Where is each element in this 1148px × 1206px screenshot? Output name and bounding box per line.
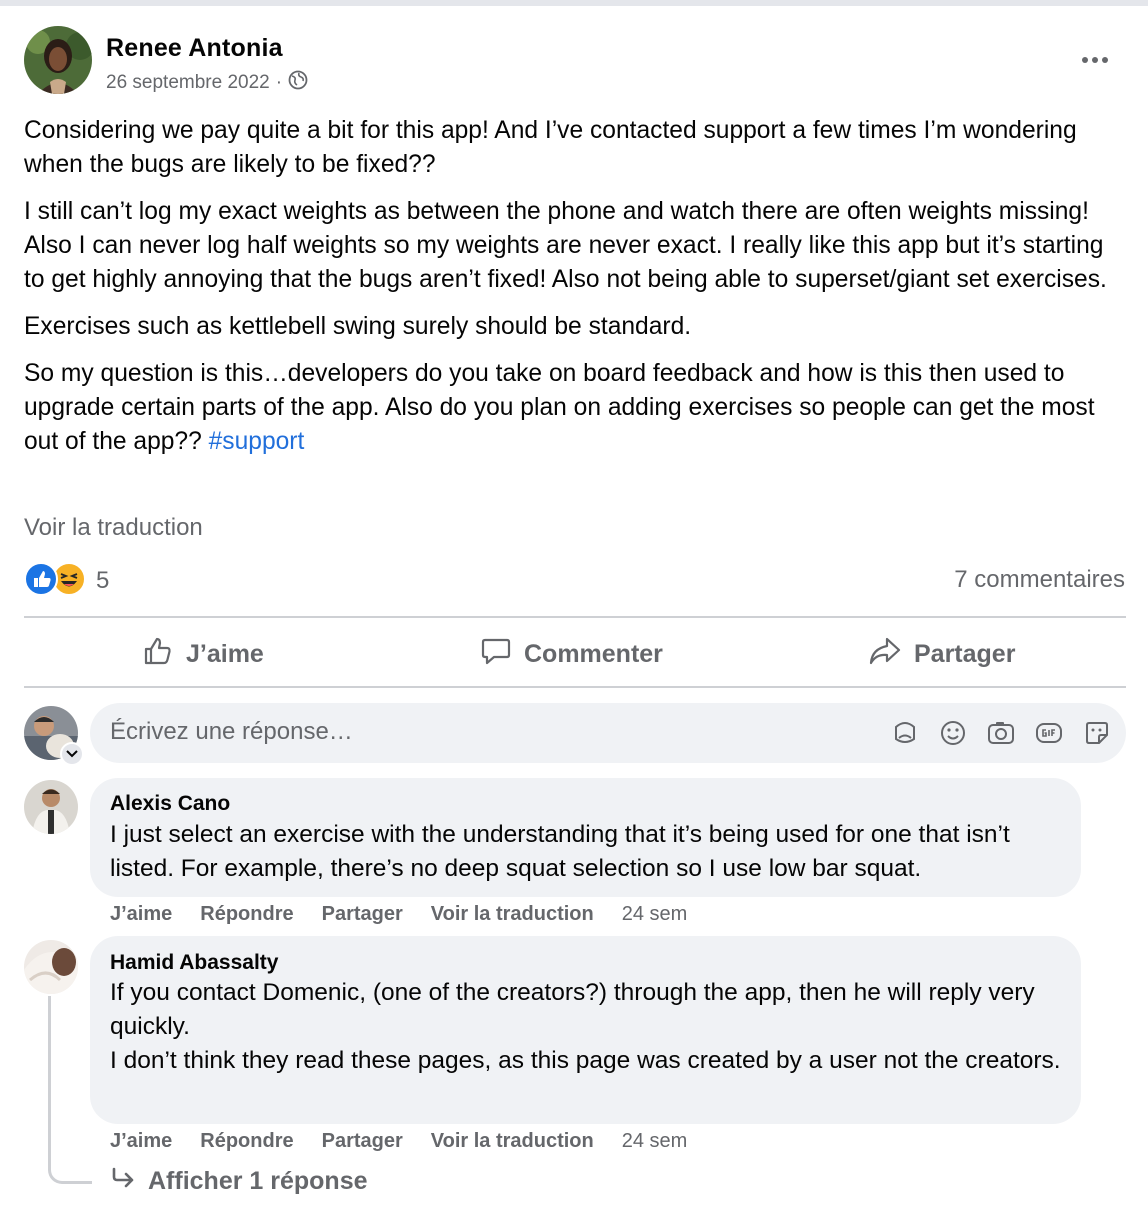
comment-reply-button[interactable]: Répondre	[200, 1130, 293, 1153]
globe-icon	[288, 70, 308, 96]
post-paragraph-text: So my question is this…developers do you…	[24, 360, 1095, 455]
share-button-label: Partager	[914, 639, 1016, 668]
reply-input-placeholder[interactable]: Écrivez une réponse…	[110, 718, 353, 746]
reaction-count: 5	[96, 567, 110, 594]
comment-timestamp[interactable]: 24 sem	[622, 1130, 688, 1153]
emoji-icon[interactable]	[936, 716, 970, 750]
like-button-label: J’aime	[186, 639, 264, 668]
post-card: Renee Antonia 26 septembre 2022 · Consid…	[0, 0, 1148, 1206]
comment-icon	[480, 635, 512, 674]
avatar-sticker-icon[interactable]	[888, 716, 922, 750]
post-date[interactable]: 26 septembre 2022	[106, 72, 270, 94]
camera-icon[interactable]	[984, 716, 1018, 750]
comment-share-button[interactable]: Partager	[322, 903, 403, 926]
comment-line: I don’t think they read these pages, as …	[110, 1047, 1061, 1074]
commenter-avatar[interactable]	[24, 780, 78, 834]
comment-button-label: Commenter	[524, 639, 663, 668]
post-paragraph: I still can’t log my exact weights as be…	[24, 198, 1107, 293]
account-switch-icon[interactable]	[60, 742, 84, 766]
comment-actions: J’aime Répondre Partager Voir la traduct…	[110, 1130, 687, 1153]
sticker-icon[interactable]	[1080, 716, 1114, 750]
comment-timestamp[interactable]: 24 sem	[622, 903, 688, 926]
commenter-avatar[interactable]	[24, 940, 78, 994]
reply-arrow-icon	[110, 1166, 136, 1197]
comments-count[interactable]: 7 commentaires	[954, 566, 1125, 594]
comment-reply-button[interactable]: Répondre	[200, 903, 293, 926]
view-replies-button[interactable]: Afficher 1 réponse	[110, 1166, 368, 1197]
view-replies-label: Afficher 1 réponse	[148, 1167, 368, 1195]
post-paragraph-last: So my question is this…developers do you…	[24, 357, 1129, 459]
comment-text: If you contact Domenic, (one of the crea…	[110, 976, 1065, 1078]
divider	[24, 616, 1126, 618]
thread-connector-line	[48, 996, 92, 1184]
more-options-icon[interactable]	[1078, 50, 1112, 70]
like-button[interactable]: J’aime	[142, 634, 264, 674]
comment-translate-link[interactable]: Voir la traduction	[431, 903, 594, 926]
gif-icon[interactable]	[1032, 716, 1066, 750]
divider	[24, 686, 1126, 688]
comment-translate-link[interactable]: Voir la traduction	[431, 1130, 594, 1153]
author-avatar[interactable]	[24, 26, 92, 94]
comment-actions: J’aime Répondre Partager Voir la traduct…	[110, 903, 687, 926]
share-icon	[868, 635, 902, 674]
post-meta: 26 septembre 2022 ·	[106, 70, 308, 96]
reactions-summary[interactable]: 5	[24, 561, 110, 601]
comment-line: If you contact Domenic, (one of the crea…	[110, 979, 1035, 1040]
comment-share-button[interactable]: Partager	[322, 1130, 403, 1153]
comment-like-button[interactable]: J’aime	[110, 1130, 172, 1153]
commenter-name[interactable]: Alexis Cano	[110, 792, 230, 816]
post-author-name[interactable]: Renee Antonia	[106, 34, 283, 63]
meta-separator: ·	[275, 72, 283, 93]
comment-like-button[interactable]: J’aime	[110, 903, 172, 926]
post-paragraph: Exercises such as kettlebell swing surel…	[24, 313, 692, 340]
commenter-name[interactable]: Hamid Abassalty	[110, 951, 278, 975]
see-translation-link[interactable]: Voir la traduction	[24, 514, 203, 542]
reply-tools	[888, 716, 1114, 750]
post-paragraph: Considering we pay quite a bit for this …	[24, 117, 1077, 178]
like-icon	[24, 561, 58, 601]
comment-text: I just select an exercise with the under…	[110, 821, 1010, 882]
share-button[interactable]: Partager	[868, 634, 1015, 674]
thumbs-up-icon	[142, 635, 174, 674]
comment-button[interactable]: Commenter	[480, 634, 663, 674]
hashtag-link[interactable]: #support	[209, 428, 305, 455]
post-body: Considering we pay quite a bit for this …	[24, 114, 1129, 472]
